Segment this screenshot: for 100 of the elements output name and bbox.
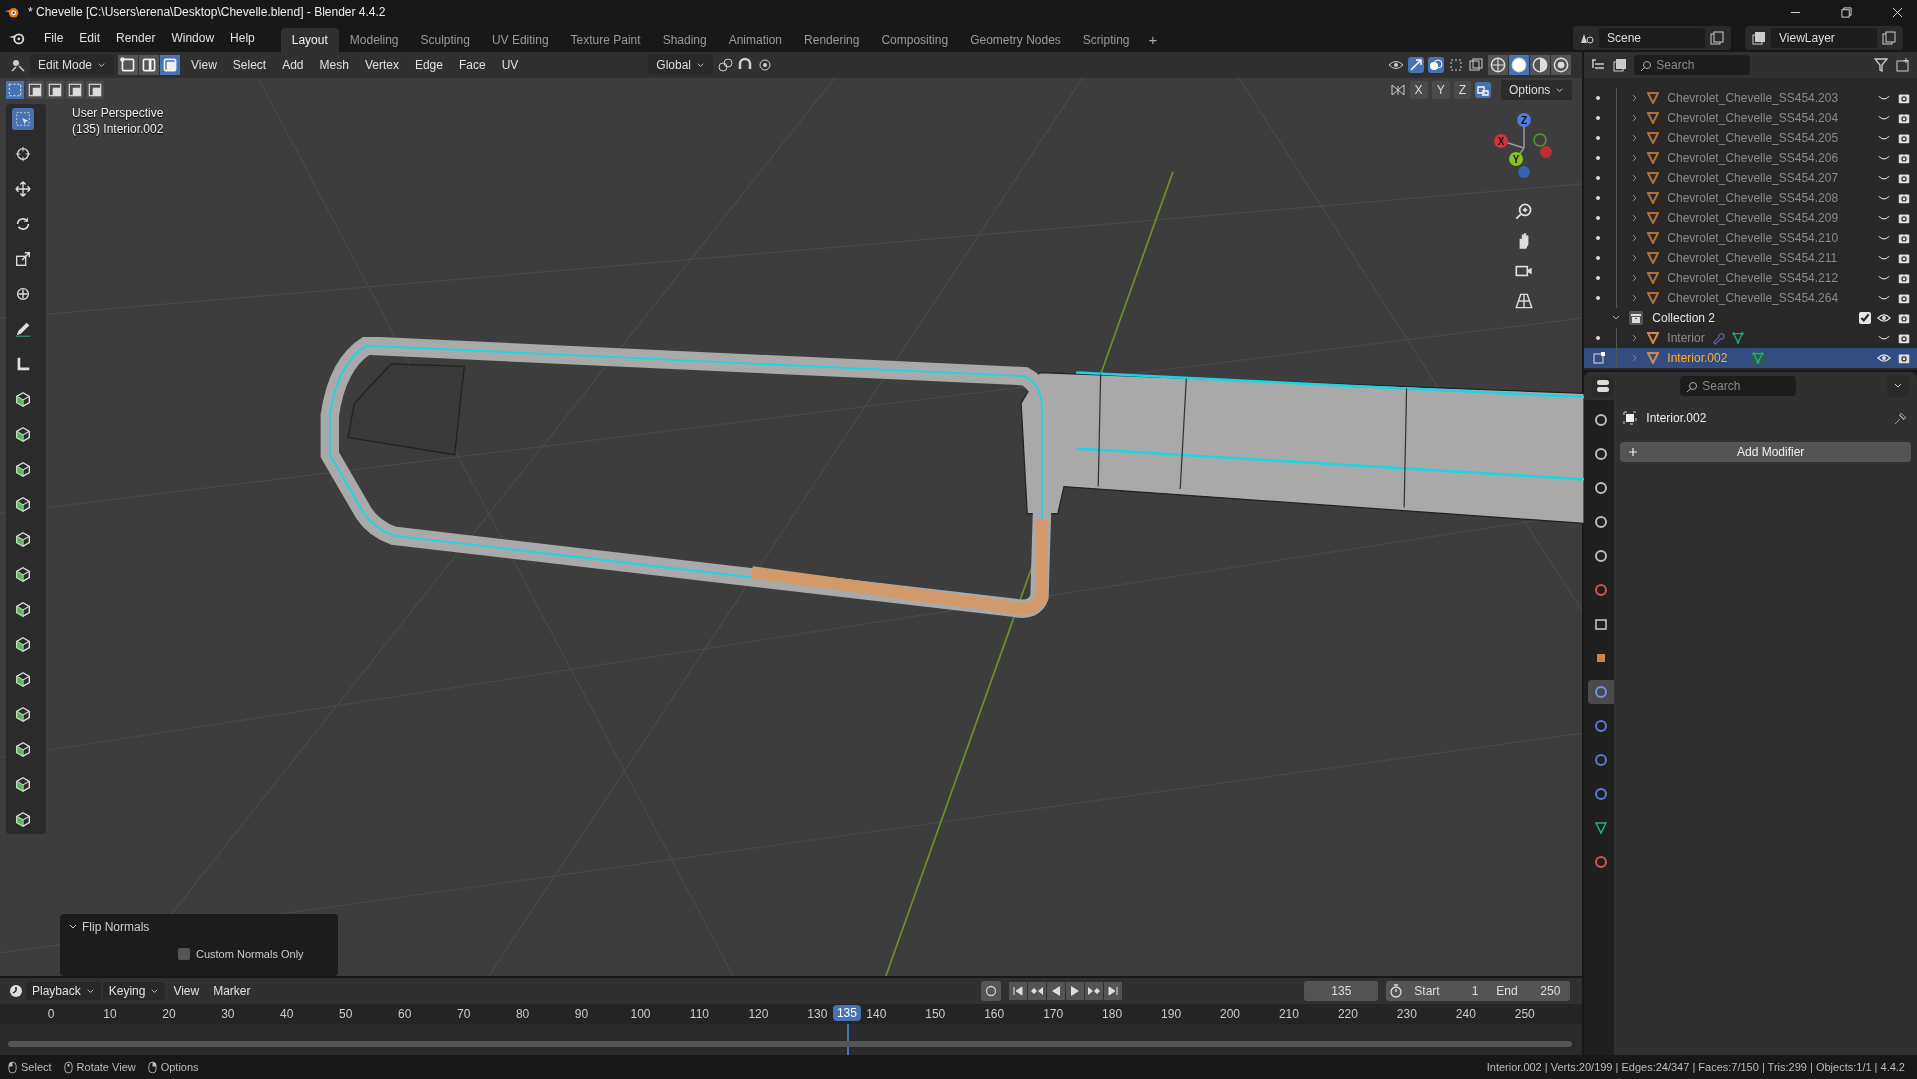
- overlay-circles-icon[interactable]: [1428, 57, 1445, 73]
- timeline-dropdown[interactable]: Playback: [26, 982, 101, 1000]
- gizmo-arrow-icon[interactable]: [1408, 57, 1425, 73]
- outliner-item[interactable]: Chevrolet_Chevelle_SS454.205: [1667, 131, 1839, 145]
- mirror-axis-toggle[interactable]: Z: [1453, 81, 1471, 99]
- axis-gizmo-drawing[interactable]: [1494, 113, 1553, 178]
- workspace-tab[interactable]: Animation: [717, 28, 794, 52]
- timeline-menu[interactable]: Marker: [207, 982, 257, 1000]
- viewport-menu[interactable]: Add: [276, 56, 310, 74]
- record-icon[interactable]: [981, 981, 1002, 1001]
- outliner-item[interactable]: Chevrolet_Chevelle_SS454.210: [1667, 231, 1839, 245]
- outliner-item[interactable]: Chevrolet_Chevelle_SS454.209: [1667, 211, 1839, 225]
- viewport-menu[interactable]: Select: [226, 56, 273, 74]
- outliner-item[interactable]: Chevrolet_Chevelle_SS454.203: [1667, 91, 1839, 105]
- new-collection-icon[interactable]: [1895, 57, 1911, 73]
- add-modifier-button[interactable]: Add Modifier: [1620, 442, 1911, 462]
- workspace-tab[interactable]: Modeling: [338, 28, 410, 52]
- edit-mode-icon[interactable]: [1592, 351, 1607, 365]
- menu-item[interactable]: Render: [108, 29, 164, 47]
- triangle-mesh-icon[interactable]: [1751, 351, 1766, 365]
- outliner-item[interactable]: Chevrolet_Chevelle_SS454.207: [1667, 171, 1839, 185]
- mesh-object-icon[interactable]: [1647, 252, 1660, 264]
- auto-merge-icon[interactable]: [1475, 82, 1491, 98]
- viewport-menu[interactable]: UV: [495, 56, 525, 74]
- vertex-select-icon[interactable]: [118, 55, 140, 75]
- orientation-dropdown[interactable]: Global: [648, 55, 713, 75]
- outliner-item[interactable]: Chevrolet_Chevelle_SS454.264: [1667, 291, 1839, 305]
- workspace-tab[interactable]: Rendering: [793, 28, 871, 52]
- mirror-axis-toggle[interactable]: Y: [1431, 81, 1450, 99]
- outliner-item[interactable]: Chevrolet_Chevelle_SS454.208: [1667, 191, 1839, 205]
- copy-icon[interactable]: [1881, 30, 1897, 46]
- add-workspace-button[interactable]: +: [1140, 27, 1166, 52]
- mesh-object-icon[interactable]: [1647, 212, 1660, 224]
- butterfly-mirror-icon[interactable]: [1389, 82, 1406, 98]
- mesh-object-icon[interactable]: [1647, 132, 1660, 144]
- close-icon[interactable]: [1892, 6, 1903, 18]
- outliner-item[interactable]: Interior.002: [1667, 351, 1728, 365]
- triangle-mesh-icon[interactable]: [1730, 331, 1745, 345]
- start-frame-field[interactable]: Start 1: [1406, 981, 1487, 1001]
- jump-end-icon[interactable]: [1104, 982, 1123, 1000]
- stopwatch-icon[interactable]: [1388, 983, 1405, 999]
- material-shading-icon[interactable]: [1530, 55, 1552, 75]
- mesh-object-icon[interactable]: [1647, 232, 1660, 244]
- mesh-object-icon[interactable]: [1647, 172, 1660, 184]
- timeline-menu[interactable]: View: [167, 982, 206, 1000]
- workspace-tab[interactable]: Sculpting: [409, 28, 481, 52]
- menu-item[interactable]: Window: [163, 29, 223, 47]
- mesh-object-icon[interactable]: [1647, 92, 1660, 104]
- outliner-item[interactable]: Chevrolet_Chevelle_SS454.206: [1667, 151, 1839, 165]
- filter-icon[interactable]: [1873, 57, 1889, 73]
- workspace-tab[interactable]: Scripting: [1071, 28, 1141, 52]
- playhead-frame[interactable]: 135: [832, 1005, 861, 1021]
- checkbox[interactable]: [1859, 312, 1871, 324]
- rendered-shading-icon[interactable]: [1551, 55, 1573, 75]
- selection-mode-icon[interactable]: [46, 81, 64, 99]
- wireframe-shading-icon[interactable]: [1488, 55, 1510, 75]
- collection-box-icon[interactable]: [1628, 310, 1645, 326]
- viewport-menu[interactable]: Edge: [408, 56, 449, 74]
- outliner-item[interactable]: Collection 2: [1652, 311, 1716, 325]
- mesh-object-icon[interactable]: [1647, 112, 1660, 124]
- mesh-object-icon[interactable]: [1647, 192, 1660, 204]
- outliner-item[interactable]: Chevrolet_Chevelle_SS454.211: [1667, 251, 1838, 265]
- move-arrows-icon[interactable]: [12, 178, 34, 200]
- prev-keyframe-icon[interactable]: [1028, 982, 1047, 1000]
- eye-icon[interactable]: [1877, 351, 1891, 365]
- menu-item[interactable]: Edit: [71, 29, 109, 47]
- viewport-menu[interactable]: Face: [452, 56, 492, 74]
- viewport-menu[interactable]: Mesh: [313, 56, 355, 74]
- pin-icon[interactable]: [1893, 410, 1909, 426]
- mesh-object-icon[interactable]: [1647, 332, 1660, 344]
- mirror-axis-toggle[interactable]: X: [1409, 81, 1428, 99]
- selection-mode-icon[interactable]: [66, 81, 84, 99]
- workspace-tab[interactable]: Shading: [651, 28, 718, 52]
- xray-icon[interactable]: [1468, 57, 1485, 73]
- play-icon[interactable]: [1066, 982, 1085, 1000]
- restore-icon[interactable]: [1841, 6, 1852, 18]
- clock-icon[interactable]: [8, 983, 24, 999]
- scene-field[interactable]: Scene: [1599, 28, 1705, 48]
- eye-icon[interactable]: [1877, 311, 1891, 325]
- selection-mode-icon[interactable]: [26, 81, 44, 99]
- menu-item[interactable]: Help: [222, 29, 263, 47]
- copy-icon[interactable]: [1709, 30, 1725, 46]
- workspace-tab[interactable]: Layout: [280, 28, 339, 52]
- next-keyframe-icon[interactable]: [1085, 982, 1104, 1000]
- solid-shading-icon[interactable]: [1509, 55, 1531, 75]
- mesh-object-icon[interactable]: [1647, 292, 1660, 304]
- outliner-item[interactable]: Chevrolet_Chevelle_SS454.212: [1667, 271, 1839, 285]
- view-layer-field[interactable]: ViewLayer: [1771, 28, 1877, 48]
- selection-mode-icon[interactable]: [86, 81, 104, 99]
- viewport-menu[interactable]: View: [185, 56, 223, 74]
- mesh-object-icon[interactable]: [1647, 152, 1660, 164]
- workspace-tab[interactable]: Texture Paint: [559, 28, 652, 52]
- current-frame-field[interactable]: 135: [1304, 981, 1379, 1001]
- jump-start-icon[interactable]: [1009, 982, 1028, 1000]
- edge-select-icon[interactable]: [139, 55, 161, 75]
- workspace-tab[interactable]: Geometry Nodes: [959, 28, 1072, 52]
- workspace-tab[interactable]: Compositing: [870, 28, 960, 52]
- editor-type-icon[interactable]: [10, 57, 26, 73]
- mesh-object-icon[interactable]: [1647, 272, 1660, 284]
- menu-item[interactable]: File: [36, 29, 72, 47]
